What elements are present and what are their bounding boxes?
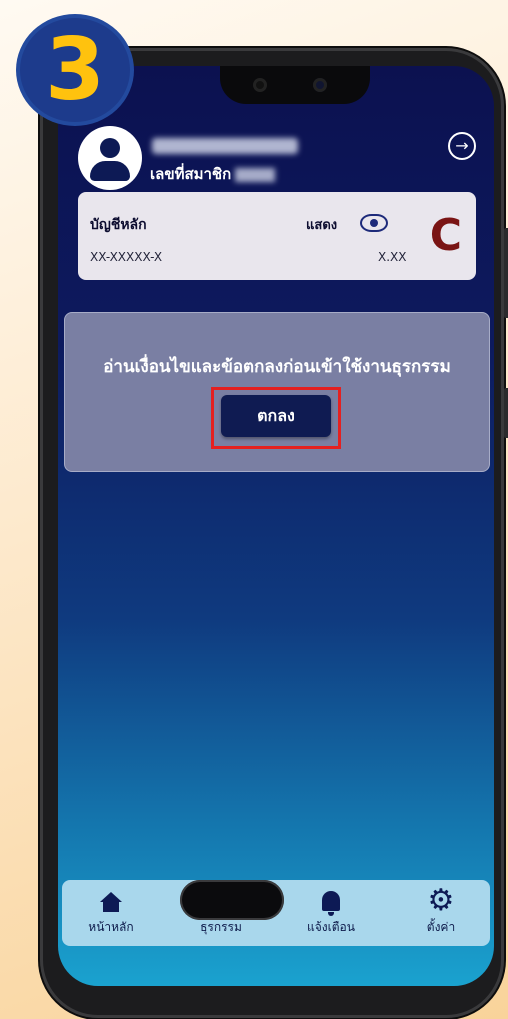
nav-item-settings[interactable]: ⚙ ตั้งค่า [396,886,486,937]
nav-item-notifications[interactable]: แจ้งเตือน [286,886,376,937]
phone-home-button[interactable] [180,880,284,920]
ok-button[interactable]: ตกลง [221,395,331,437]
home-icon [100,892,122,912]
account-title: บัญชีหลัก [90,217,147,233]
account-number: XX-XXXXX-X [90,250,163,264]
gear-icon: ⚙ [427,883,455,918]
account-card: บัญชีหลัก XX-XXXXX-X แสดง X.XX C [78,192,476,280]
power-button [504,388,508,438]
nav-label: แจ้งเตือน [307,920,355,934]
account-balance: X.XX [378,250,407,264]
refresh-icon[interactable]: C [430,212,462,260]
camera-icon [313,78,327,92]
step-badge: 3 [20,18,130,122]
terms-dialog: อ่านเงื่อนไขและข้อตกลงก่อนเข้าใช้งานธุรก… [64,312,490,472]
avatar[interactable] [78,126,142,190]
nav-label: หน้าหลัก [88,920,134,934]
member-number-row: เลขที่สมาชิก [150,162,276,186]
avatar-head [100,138,120,158]
bell-icon [322,891,340,916]
logout-icon[interactable]: → [448,132,476,160]
camera-icon [253,78,267,92]
show-balance-label[interactable]: แสดง [306,214,337,235]
member-id-blurred [235,167,276,182]
nav-item-home[interactable]: หน้าหลัก [66,886,156,937]
member-name-blurred [152,138,298,154]
eye-icon[interactable] [360,214,388,232]
nav-label: ธุรกรรม [200,920,242,934]
phone-screen: เลขที่สมาชิก → บัญชีหลัก XX-XXXXX-X แสดง… [58,66,494,986]
member-label: เลขที่สมาชิก [150,165,232,183]
camera-notch [220,66,370,104]
nav-label: ตั้งค่า [426,920,456,934]
volume-button [504,228,508,318]
avatar-body [90,161,130,181]
dialog-message: อ่านเงื่อนไขและข้อตกลงก่อนเข้าใช้งานธุรก… [103,357,451,377]
